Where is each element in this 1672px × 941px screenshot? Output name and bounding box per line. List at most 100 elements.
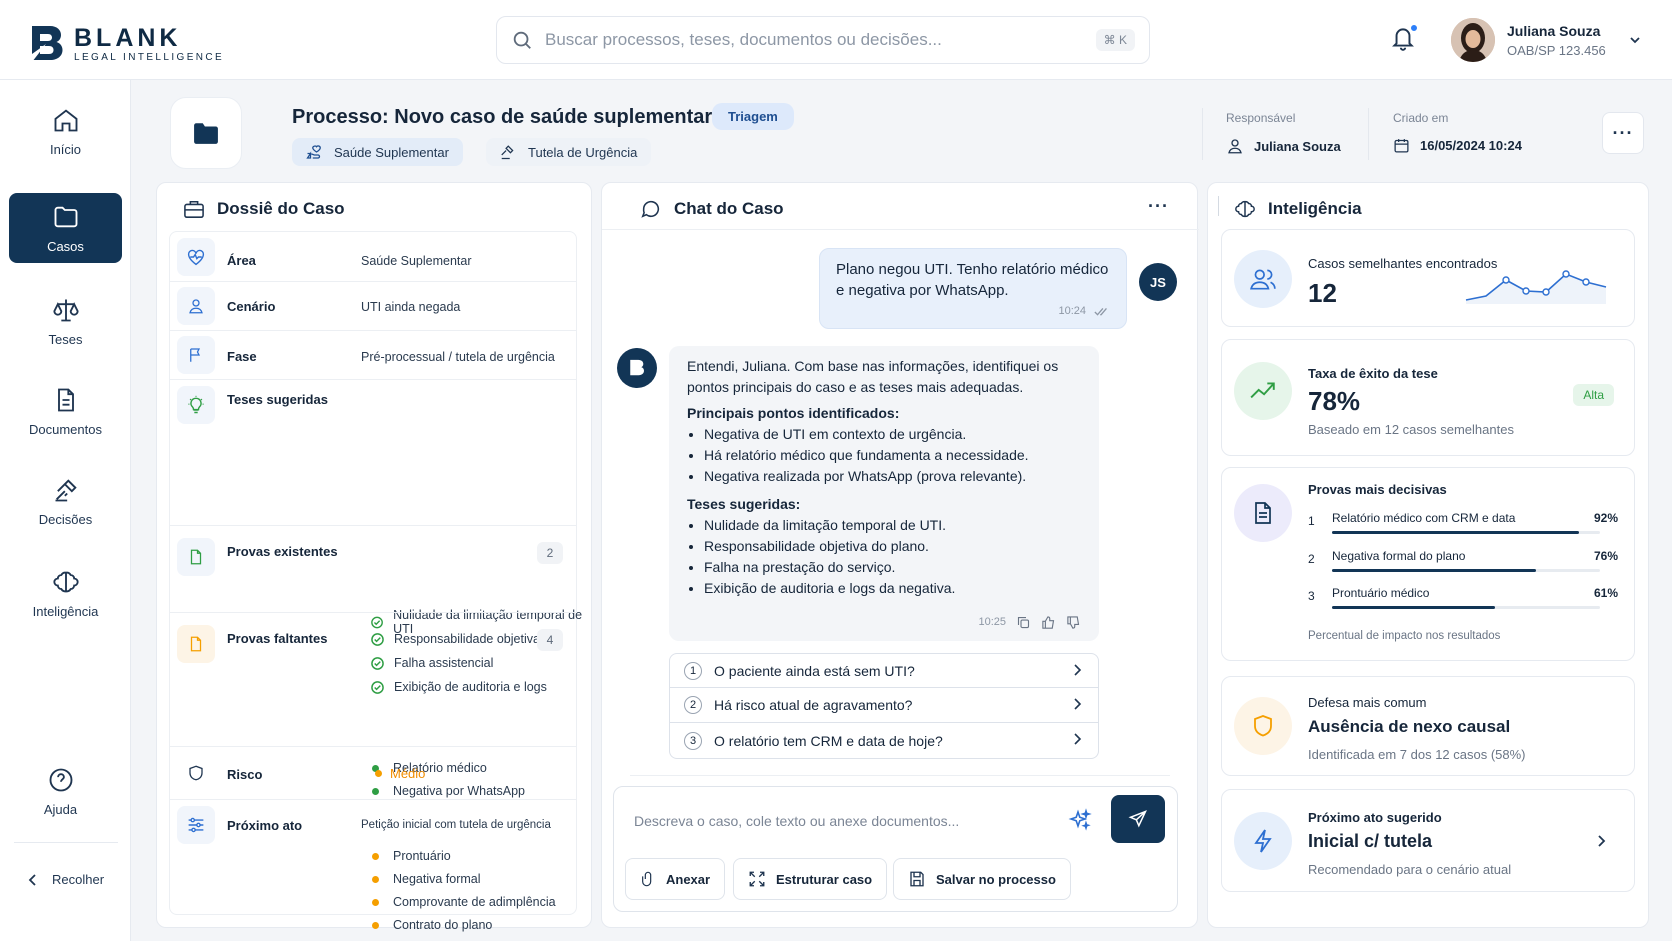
- sliders-icon: [177, 805, 215, 844]
- row-label: Área: [227, 253, 256, 268]
- bot-avatar: [617, 348, 657, 388]
- thumbs-up-icon[interactable]: [1041, 615, 1056, 630]
- nav-item-decisoes[interactable]: Decisões: [9, 466, 122, 536]
- structure-case-button[interactable]: Estruturar caso: [733, 858, 888, 900]
- bullet: [372, 898, 379, 906]
- chat-input[interactable]: Descreva o caso, cole texto ou anexe doc…: [634, 813, 959, 829]
- copy-icon[interactable]: [1016, 615, 1031, 630]
- tag-tutela-urgencia[interactable]: Tutela de Urgência: [486, 138, 652, 166]
- message-time: 10:25: [978, 616, 1006, 628]
- defense-sub: Identificada em 7 dos 12 casos (58%): [1308, 747, 1526, 762]
- suggestion-text: O relatório tem CRM e data de hoje?: [714, 732, 943, 749]
- collapse-label: Recolher: [52, 872, 105, 887]
- tag-saude-suplementar[interactable]: Saúde Suplementar: [292, 138, 463, 166]
- suggestion-2[interactable]: 2 Há risco atual de agravamento?: [669, 688, 1099, 723]
- decisive-evidence-card[interactable]: Provas mais decisivas 1 Relatório médico…: [1221, 467, 1635, 661]
- evidence-pct: 76%: [1593, 549, 1618, 563]
- nav-label: Inteligência: [32, 603, 99, 619]
- nav-label: Decisões: [38, 511, 93, 527]
- suggestion-text: Há risco atual de agravamento?: [714, 697, 913, 713]
- dossie-row-cenario: Cenário UTI ainda negada: [169, 282, 577, 331]
- suggestion-number: 3: [684, 731, 702, 750]
- row-label: Risco: [227, 767, 263, 782]
- save-icon: [910, 871, 924, 887]
- brand-tagline: LEGAL INTELLIGENCE: [74, 51, 225, 63]
- count-badge: 2: [537, 542, 563, 564]
- evidence-text: Relatório médico com CRM e data: [1332, 511, 1516, 525]
- row-label: Fase: [227, 349, 257, 364]
- nav-item-teses[interactable]: Teses: [9, 286, 122, 356]
- similar-label: Casos semelhantes encontrados: [1308, 256, 1498, 271]
- save-to-process-button[interactable]: Salvar no processo: [893, 858, 1071, 900]
- nav-item-documentos[interactable]: Documentos: [9, 376, 122, 446]
- thumbs-down-icon[interactable]: [1066, 615, 1081, 630]
- divider: [1202, 108, 1203, 160]
- evidence-bar-fill: [1332, 569, 1536, 572]
- brand-name: BLANK: [74, 23, 182, 52]
- row-label: Teses sugeridas: [227, 392, 328, 407]
- notifications-button[interactable]: [1390, 24, 1418, 52]
- search-input[interactable]: Buscar processos, teses, documentos ou d…: [496, 16, 1150, 64]
- evidence-bar: [1332, 531, 1600, 534]
- sparkles-icon[interactable]: [1068, 808, 1092, 832]
- attach-button[interactable]: Anexar: [625, 858, 726, 900]
- dossie-row-provas-faltantes: Provas faltantes 4: [169, 613, 577, 747]
- next-value: Inicial c/ tutela: [1308, 831, 1433, 851]
- tag-label: Tutela de Urgência: [528, 144, 638, 160]
- divider: [602, 229, 1199, 230]
- user-name: Juliana Souza: [1507, 22, 1601, 39]
- dossie-title: Dossiê do Caso: [217, 199, 345, 218]
- suggestion-1[interactable]: 1 O paciente ainda está sem UTI?: [669, 653, 1099, 688]
- common-defense-card[interactable]: Defesa mais comum Ausência de nexo causa…: [1221, 676, 1635, 776]
- send-button[interactable]: [1111, 795, 1165, 843]
- missing-item: Negativa formal: [372, 872, 481, 886]
- intel-header: Inteligência: [1234, 198, 1362, 220]
- bot-point: Negativa realizada por WhatsApp (prova r…: [687, 466, 1081, 487]
- folder-icon: [194, 123, 218, 144]
- notification-dot: [1410, 24, 1418, 32]
- chevron-right-icon: [1074, 733, 1082, 745]
- help-icon: [49, 768, 72, 791]
- success-rate-card[interactable]: Taxa de êxito da tese 78% Alta Baseado e…: [1221, 339, 1635, 456]
- defense-value: Ausência de nexo causal: [1308, 717, 1511, 736]
- nav-item-casos[interactable]: Casos: [9, 193, 122, 263]
- bot-message: Entendi, Juliana. Com base nas informaçõ…: [669, 346, 1099, 641]
- row-value: UTI ainda negada: [361, 300, 461, 314]
- next-act-card[interactable]: Próximo ato sugerido Inicial c/ tutela R…: [1221, 789, 1635, 892]
- nav-item-inteligencia[interactable]: Inteligência: [9, 558, 122, 628]
- responsible-name: Juliana Souza: [1254, 138, 1341, 154]
- evidence-pct: 92%: [1593, 511, 1618, 525]
- nav-item-inicio[interactable]: Início: [9, 96, 122, 166]
- evidence-bar: [1332, 606, 1600, 609]
- sidebar-divider: [14, 842, 118, 843]
- brain-icon: [52, 571, 79, 592]
- search-icon: [513, 31, 531, 49]
- missing-text: Comprovante de adimplência: [393, 895, 556, 909]
- nav-item-ajuda[interactable]: Ajuda: [4, 756, 117, 826]
- suggestion-text: O paciente ainda está sem UTI?: [714, 662, 915, 679]
- brand-logo[interactable]: BLANK LEGAL INTELLIGENCE: [30, 24, 224, 64]
- similar-cases-card[interactable]: Casos semelhantes encontrados 12: [1221, 229, 1635, 327]
- evidence-rank: 3: [1308, 589, 1315, 603]
- folder-icon: [54, 206, 77, 227]
- bot-thesis: Responsabilidade objetiva do plano.: [687, 536, 1081, 557]
- evidence-note: Percentual de impacto nos resultados: [1308, 630, 1501, 642]
- user-avatar: JS: [1139, 263, 1177, 301]
- dossie-row-risco: Risco Médio: [169, 747, 577, 800]
- evidence-bar-fill: [1332, 531, 1579, 534]
- chat-more-button[interactable]: ···: [1148, 196, 1169, 217]
- bot-theses-title: Teses sugeridas:: [687, 496, 801, 512]
- shield-icon: [1234, 697, 1292, 755]
- heart-pulse-icon: [177, 238, 215, 276]
- suggestion-3[interactable]: 3 O relatório tem CRM e data de hoje?: [669, 723, 1099, 759]
- success-label: Taxa de êxito da tese: [1308, 366, 1438, 381]
- chat-header: Chat do Caso: [640, 198, 784, 220]
- message-time: 10:24: [1058, 305, 1086, 317]
- row-value: Petição inicial com tutela de urgência: [361, 819, 551, 831]
- user-menu[interactable]: Juliana Souza OAB/SP 123.456: [1451, 18, 1642, 62]
- evidence-text: Prontuário médico: [1332, 586, 1430, 600]
- more-options-button[interactable]: ···: [1602, 112, 1644, 154]
- collapse-sidebar-button[interactable]: Recolher: [26, 872, 104, 887]
- success-badge: Alta: [1573, 384, 1614, 406]
- bot-point: Há relatório médico que fundamenta a nec…: [687, 445, 1081, 466]
